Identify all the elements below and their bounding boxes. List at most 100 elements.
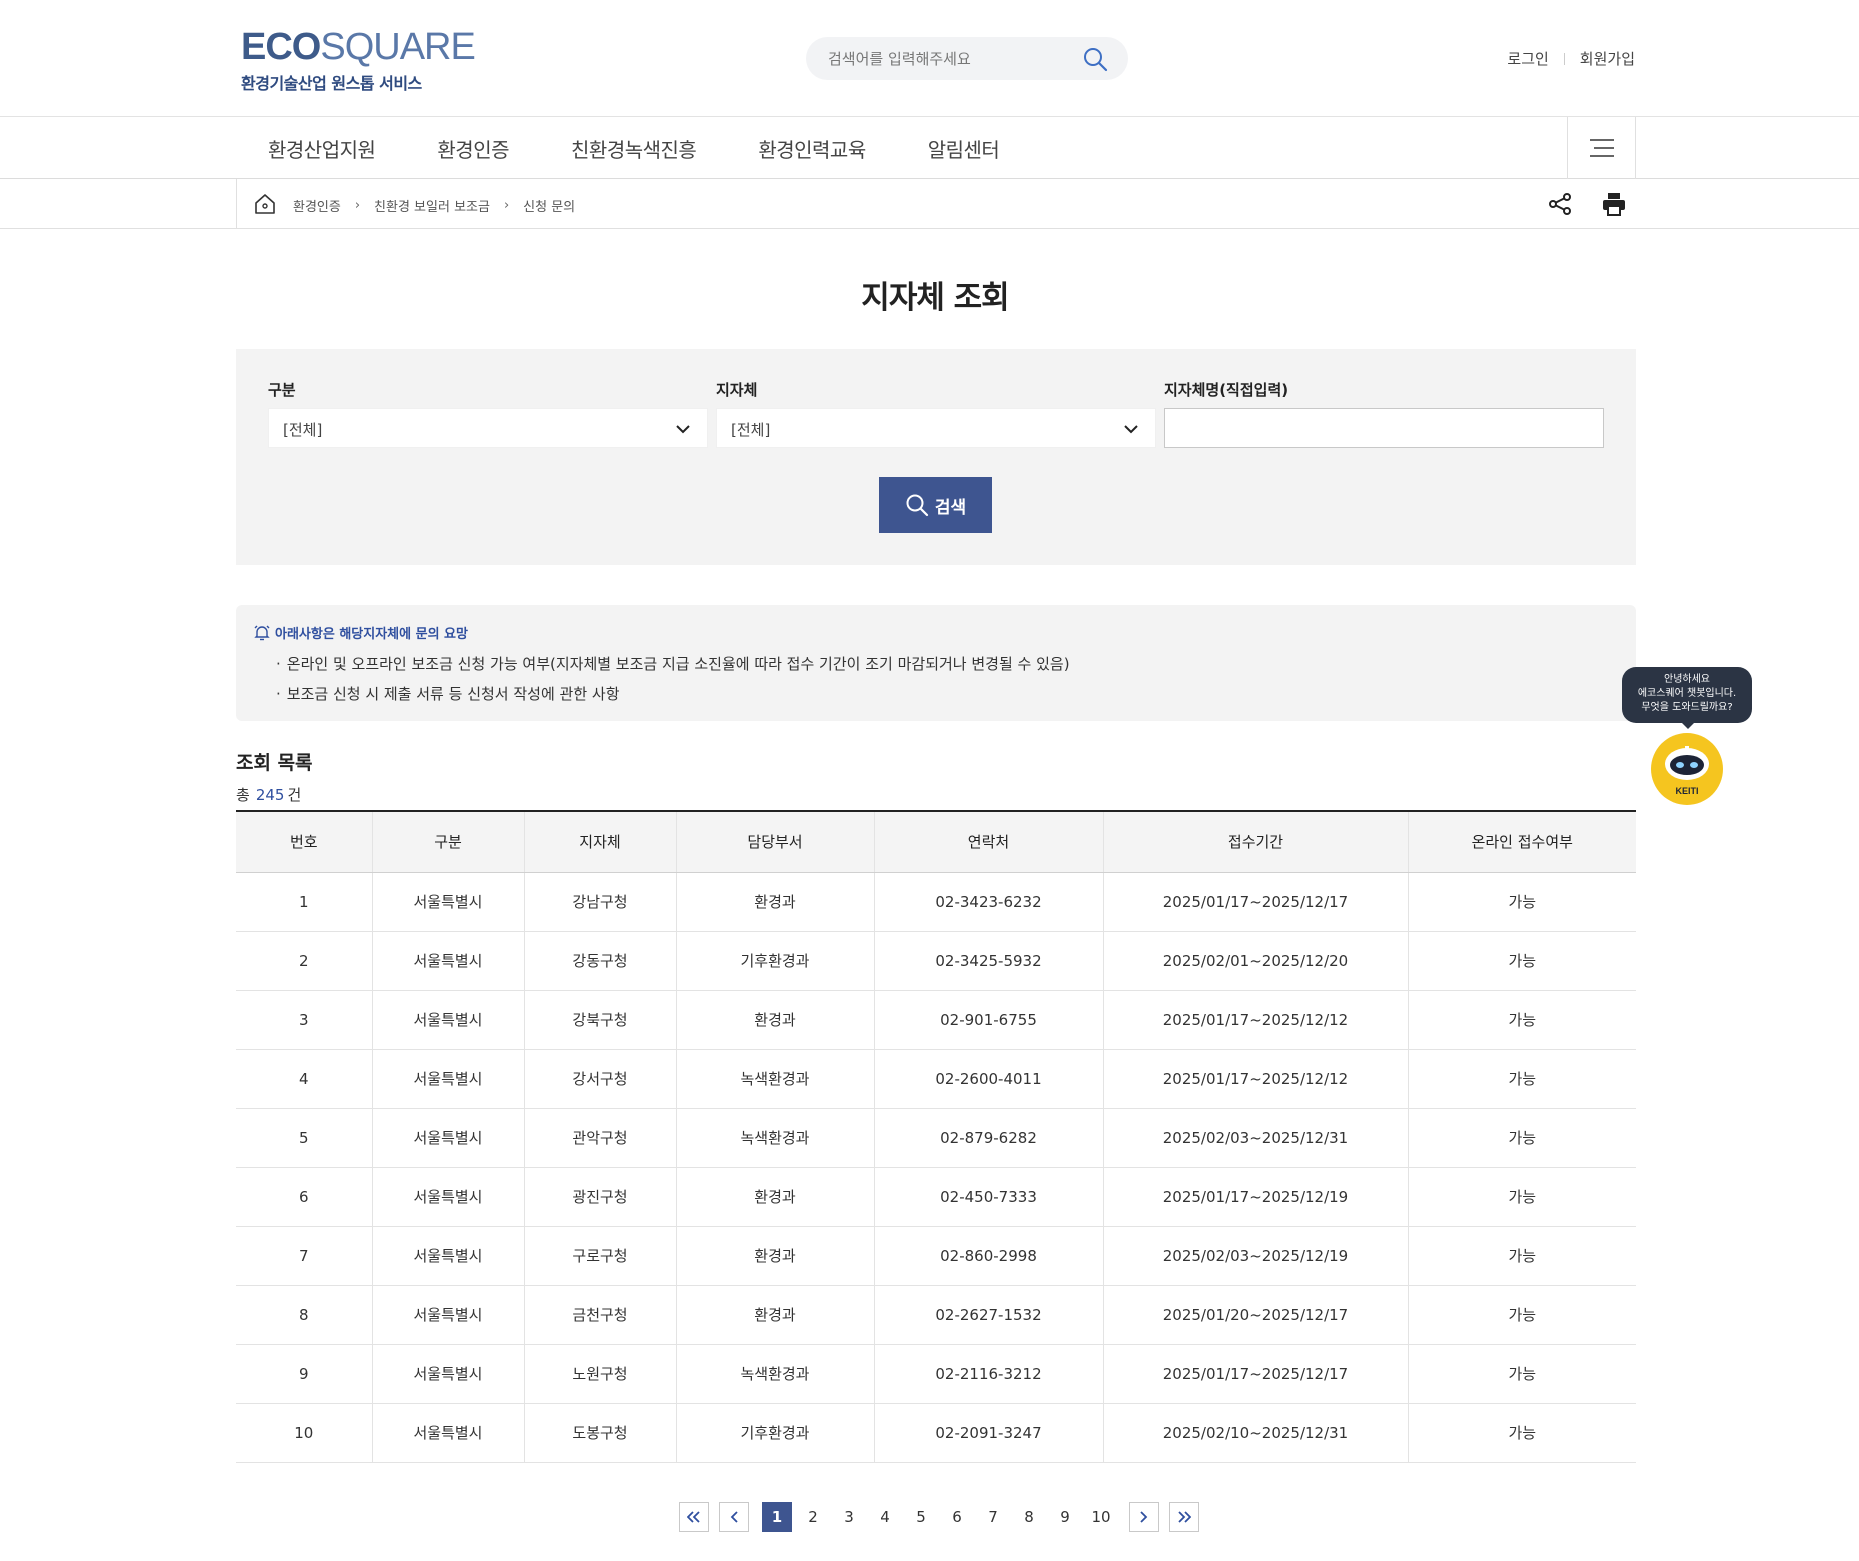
- login-link[interactable]: 로그인: [1507, 48, 1548, 69]
- signup-link[interactable]: 회원가입: [1580, 48, 1635, 69]
- table-row[interactable]: 1 서울특별시 강남구청 환경과 02-3423-6232 2025/01/17~2025…: [236, 872, 1636, 932]
- cell-online-availability: 가능: [1408, 1403, 1636, 1463]
- cell-online-availability: 가능: [1408, 1285, 1636, 1345]
- page-number[interactable]: 3: [834, 1502, 864, 1532]
- page-number[interactable]: 4: [870, 1502, 900, 1532]
- all-menu-button[interactable]: [1567, 117, 1636, 179]
- cell-row-number: 8: [236, 1285, 373, 1345]
- category-select-value: [전체]: [283, 421, 323, 439]
- cell-department: 녹색환경과: [676, 1108, 875, 1168]
- breadcrumb: 환경인증 › 친환경 보일러 보조금 › 신청 문의: [0, 179, 1859, 229]
- page-title: 지자체 조회: [861, 280, 1009, 316]
- column-header: 번호: [236, 811, 373, 873]
- cell-municipality: 강동구청: [524, 931, 677, 991]
- municipality-filter: 지자체 [전체]: [716, 379, 1156, 448]
- page-number[interactable]: 2: [798, 1502, 828, 1532]
- category-filter: 구분 [전체]: [268, 379, 708, 448]
- home-icon[interactable]: [252, 191, 278, 217]
- last-page-button[interactable]: [1169, 1502, 1199, 1532]
- site-logo[interactable]: ECOSQUARE 환경기술산업 원스톱 서비스: [241, 28, 476, 94]
- cell-online-availability: 가능: [1408, 1344, 1636, 1404]
- nav-item-green-promotion[interactable]: 친환경녹색진흥: [571, 134, 697, 163]
- column-header: 접수기간: [1103, 811, 1409, 873]
- nav-item-certification[interactable]: 환경인증: [437, 134, 509, 163]
- chevron-down-icon: [1124, 425, 1138, 434]
- chevron-down-icon: [676, 425, 690, 434]
- user-utility: 로그인 회원가입: [1507, 48, 1635, 69]
- cell-municipality: 강북구청: [524, 990, 677, 1050]
- column-header: 연락처: [874, 811, 1104, 873]
- next-page-button[interactable]: [1129, 1502, 1159, 1532]
- cell-municipality: 도봉구청: [524, 1403, 677, 1463]
- table-row[interactable]: 7 서울특별시 구로구청 환경과 02-860-2998 2025/02/03~2025/…: [236, 1226, 1636, 1286]
- cell-category: 서울특별시: [372, 1285, 525, 1345]
- table-row[interactable]: 2 서울특별시 강동구청 기후환경과 02-3425-5932 2025/02/01~20…: [236, 931, 1636, 991]
- search-icon: [906, 494, 928, 517]
- cell-online-availability: 가능: [1408, 1167, 1636, 1227]
- page-number[interactable]: 6: [942, 1502, 972, 1532]
- cell-category: 서울특별시: [372, 1108, 525, 1168]
- chevron-right-icon: ›: [503, 198, 510, 213]
- cell-department: 환경과: [676, 1167, 875, 1227]
- page-numbers: 1 2 3 4 5 6 7 8 9 10: [759, 1502, 1119, 1532]
- table-row[interactable]: 3 서울특별시 강북구청 환경과 02-901-6755 2025/01/17~2025/…: [236, 990, 1636, 1050]
- global-search-input[interactable]: [828, 47, 1068, 71]
- cell-municipality: 광진구청: [524, 1167, 677, 1227]
- nav-item-industry-support[interactable]: 환경산업지원: [268, 134, 376, 163]
- table-row[interactable]: 8 서울특별시 금천구청 환경과 02-2627-1532 2025/01/20~2025…: [236, 1285, 1636, 1345]
- page: ECOSQUARE 환경기술산업 원스톱 서비스 로그인 회원가입 환경산업지원…: [0, 0, 1859, 1561]
- chatbot-robot-icon[interactable]: KEITI: [1650, 732, 1724, 806]
- cell-row-number: 4: [236, 1049, 373, 1109]
- cell-phone: 02-2091-3247: [874, 1403, 1104, 1463]
- page-number[interactable]: 9: [1050, 1502, 1080, 1532]
- search-filter-panel: 구분 [전체] 지자체 [전체] 지자체명(직접입력) 검색: [236, 349, 1636, 565]
- search-icon[interactable]: [1082, 46, 1108, 72]
- cell-department: 환경과: [676, 872, 875, 932]
- cell-online-availability: 가능: [1408, 1049, 1636, 1109]
- page-number[interactable]: 5: [906, 1502, 936, 1532]
- page-number[interactable]: 7: [978, 1502, 1008, 1532]
- nav-item-notice-center[interactable]: 알림센터: [928, 134, 1000, 163]
- cell-online-availability: 가능: [1408, 931, 1636, 991]
- cell-department: 기후환경과: [676, 1403, 875, 1463]
- nav-item-education[interactable]: 환경인력교육: [758, 134, 866, 163]
- global-search: [806, 37, 1128, 80]
- cell-phone: 02-450-7333: [874, 1167, 1104, 1227]
- municipality-name-input[interactable]: [1164, 408, 1604, 448]
- first-page-button[interactable]: [679, 1502, 709, 1532]
- breadcrumb-item[interactable]: 친환경 보일러 보조금: [374, 196, 490, 215]
- table-row[interactable]: 10 서울특별시 도봉구청 기후환경과 02-2091-3247 2025/02/10~2…: [236, 1403, 1636, 1463]
- table-row[interactable]: 9 서울특별시 노원구청 녹색환경과 02-2116-3212 2025/01/17~20…: [236, 1344, 1636, 1404]
- cell-reception-period: 2025/02/01~2025/12/20: [1103, 931, 1409, 991]
- cell-reception-period: 2025/01/17~2025/12/17: [1103, 1344, 1409, 1404]
- cell-category: 서울특별시: [372, 1049, 525, 1109]
- chevron-right-icon: ›: [354, 198, 361, 213]
- cell-category: 서울특별시: [372, 990, 525, 1050]
- cell-reception-period: 2025/02/10~2025/12/31: [1103, 1403, 1409, 1463]
- category-select[interactable]: [전체]: [268, 408, 708, 448]
- notice-heading: 아래사항은 해당지자체에 문의 요망: [254, 623, 468, 642]
- cell-phone: 02-879-6282: [874, 1108, 1104, 1168]
- breadcrumb-item[interactable]: 환경인증: [293, 196, 341, 215]
- cell-phone: 02-2627-1532: [874, 1285, 1104, 1345]
- page-number-current[interactable]: 1: [762, 1502, 792, 1532]
- site-header: ECOSQUARE 환경기술산업 원스톱 서비스 로그인 회원가입: [0, 0, 1859, 117]
- municipality-select[interactable]: [전체]: [716, 408, 1156, 448]
- table-row[interactable]: 6 서울특별시 광진구청 환경과 02-450-7333 2025/01/17~2025/…: [236, 1167, 1636, 1227]
- cell-category: 서울특별시: [372, 1226, 525, 1286]
- cell-phone: 02-3423-6232: [874, 872, 1104, 932]
- breadcrumb-path: 환경인증 › 친환경 보일러 보조금 › 신청 문의: [293, 196, 575, 215]
- chatbot-greeting-bubble[interactable]: 안녕하세요 에코스퀘어 챗봇입니다. 무엇을 도와드릴까요?: [1622, 667, 1752, 729]
- search-button[interactable]: 검색: [879, 477, 992, 533]
- page-number[interactable]: 8: [1014, 1502, 1044, 1532]
- share-icon[interactable]: [1548, 192, 1572, 216]
- page-number[interactable]: 10: [1086, 1502, 1116, 1532]
- table-row[interactable]: 5 서울특별시 관악구청 녹색환경과 02-879-6282 2025/02/03~202…: [236, 1108, 1636, 1168]
- print-icon[interactable]: [1601, 191, 1627, 217]
- cell-row-number: 6: [236, 1167, 373, 1227]
- table-row[interactable]: 4 서울특별시 강서구청 녹색환경과 02-2600-4011 2025/01/17~20…: [236, 1049, 1636, 1109]
- chatbot-greeting-line: 안녕하세요: [1664, 674, 1710, 685]
- municipality-table: 번호 구분 지자체 담당부서 연락처 접수기간 온라인 접수여부 1 서울특별시 강…: [236, 810, 1636, 1463]
- cell-row-number: 3: [236, 990, 373, 1050]
- prev-page-button[interactable]: [719, 1502, 749, 1532]
